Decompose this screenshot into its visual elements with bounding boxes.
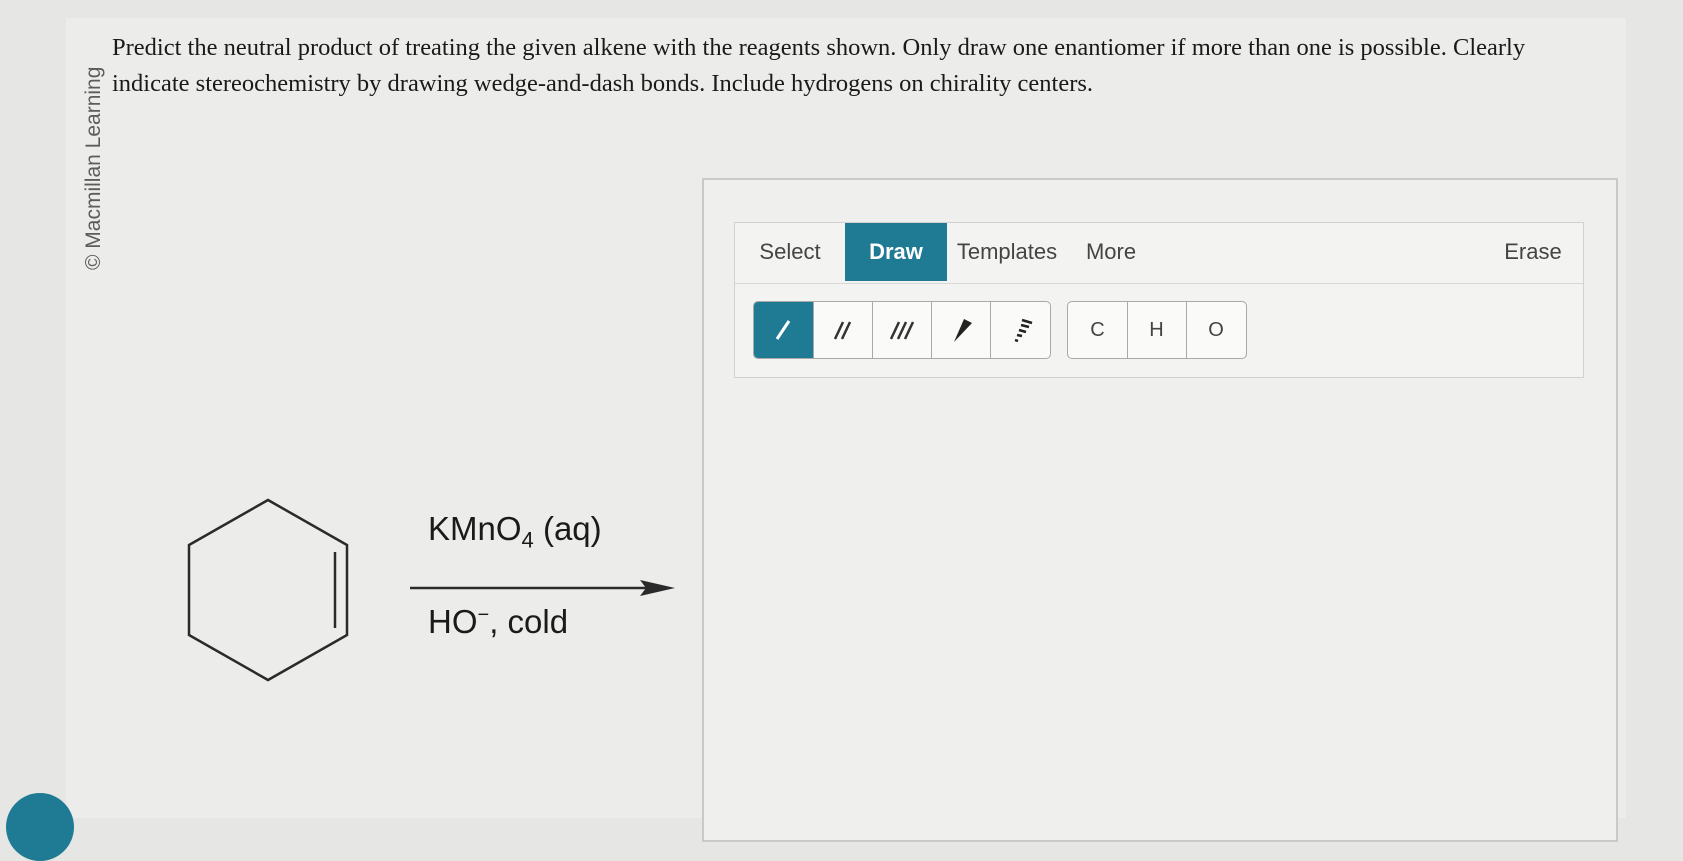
cyclohexene-ring <box>187 498 349 682</box>
triple-bond-icon <box>889 321 914 340</box>
question-text: Predict the neutral product of treating … <box>112 34 1526 97</box>
dash-bond-button[interactable] <box>990 302 1050 358</box>
bond-tools <box>753 301 1051 359</box>
tab-draw[interactable]: Draw <box>845 223 947 281</box>
atom-o-button[interactable]: O <box>1186 302 1246 358</box>
single-bond-button[interactable] <box>754 302 814 358</box>
tab-more[interactable]: More <box>1067 223 1155 281</box>
tab-templates[interactable]: Templates <box>947 223 1067 281</box>
triple-bond-button[interactable] <box>872 302 932 358</box>
double-bond-button[interactable] <box>813 302 873 358</box>
tab-select[interactable]: Select <box>735 223 845 281</box>
single-bond-icon <box>775 320 790 340</box>
toolbar-tabs: Select Draw Templates More Erase <box>735 223 1583 284</box>
atom-h-button[interactable]: H <box>1127 302 1187 358</box>
dash-bond-icon <box>1014 318 1033 343</box>
atom-tools: C H O <box>1067 301 1247 359</box>
reagent-label: KMnO4 (aq) <box>428 510 602 553</box>
wedge-bond-icon <box>953 319 972 342</box>
atom-c-button[interactable]: C <box>1068 302 1128 358</box>
wedge-bond-button[interactable] <box>931 302 991 358</box>
double-bond-icon <box>833 321 851 340</box>
erase-button[interactable]: Erase <box>1483 223 1583 281</box>
drawing-toolbar: Select Draw Templates More Erase C H O <box>734 222 1584 378</box>
reaction-scheme: KMnO4 (aq) HO−, cold <box>180 490 700 690</box>
copyright-watermark: © Macmillan Learning <box>82 66 105 270</box>
conditions-label: HO−, cold <box>428 603 569 640</box>
help-badge[interactable] <box>6 793 74 861</box>
